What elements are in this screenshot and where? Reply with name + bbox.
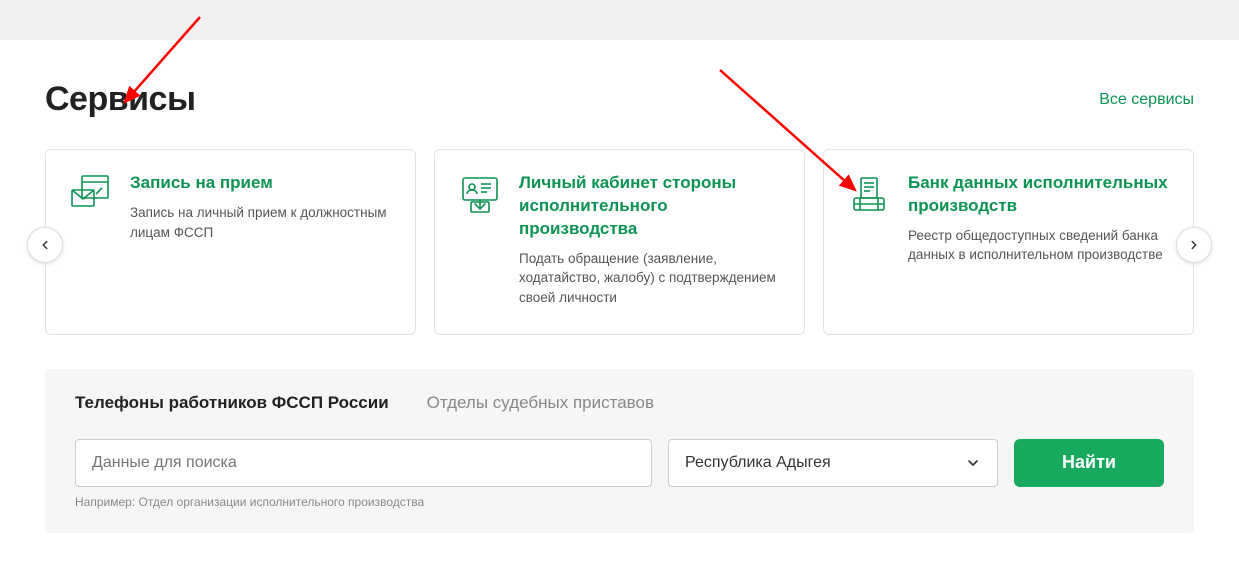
carousel-prev-button[interactable] [27,227,63,263]
top-band [0,0,1239,40]
region-select[interactable]: Республика Адыгея [668,439,998,487]
database-icon [846,172,892,218]
chevron-left-icon [38,238,52,252]
card-title: Банк данных исполнительных производств [908,172,1171,218]
card-title: Запись на прием [130,172,393,195]
card-body: Личный кабинет стороны исполнительного п… [519,172,782,308]
card-desc: Запись на личный прием к должностным лиц… [130,203,393,242]
section-title: Сервисы [45,80,195,119]
find-button[interactable]: Найти [1014,439,1164,487]
card-body: Банк данных исполнительных производств Р… [908,172,1171,265]
tab-departments[interactable]: Отделы судебных приставов [427,393,654,417]
service-card-database[interactable]: Банк данных исполнительных производств Р… [823,149,1194,335]
services-section: Сервисы Все сервисы [0,40,1239,553]
search-row: Республика Адыгея Найти [75,439,1164,487]
section-header: Сервисы Все сервисы [45,80,1194,119]
carousel-next-button[interactable] [1176,227,1212,263]
card-desc: Реестр общедоступных сведений банка данн… [908,226,1171,265]
chevron-down-icon [965,455,981,471]
tab-phones[interactable]: Телефоны работников ФССП России [75,393,389,417]
region-value: Республика Адыгея [685,454,831,472]
search-input[interactable] [75,439,652,487]
all-services-link[interactable]: Все сервисы [1099,91,1194,109]
card-desc: Подать обращение (заявление, ходатайство… [519,249,782,308]
service-card-appointment[interactable]: Запись на прием Запись на личный прием к… [45,149,416,335]
carousel: Запись на прием Запись на личный прием к… [45,149,1194,335]
search-panel: Телефоны работников ФССП России Отделы с… [45,369,1194,533]
service-cards: Запись на прием Запись на личный прием к… [45,149,1194,335]
chevron-right-icon [1187,238,1201,252]
search-tabs: Телефоны работников ФССП России Отделы с… [75,393,1164,417]
search-hint: Например: Отдел организации исполнительн… [75,495,1164,509]
card-body: Запись на прием Запись на личный прием к… [130,172,393,242]
service-card-cabinet[interactable]: Личный кабинет стороны исполнительного п… [434,149,805,335]
appointment-icon [68,172,114,218]
id-card-icon [457,172,503,218]
card-title: Личный кабинет стороны исполнительного п… [519,172,782,241]
